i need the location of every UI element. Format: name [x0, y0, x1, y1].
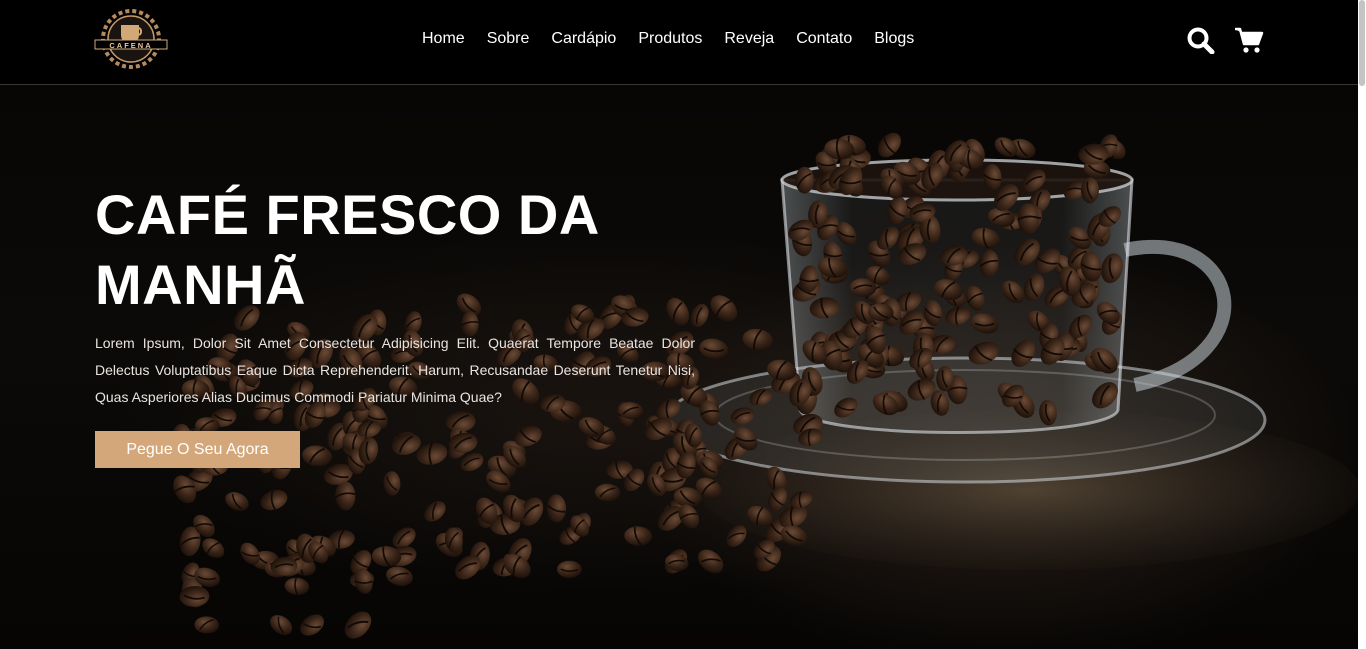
main-nav: Home Sobre Cardápio Produtos Reveja Cont… — [422, 29, 936, 49]
search-icon[interactable] — [1186, 26, 1216, 54]
hero-title: CAFÉ FRESCO DA MANHÃ — [95, 183, 598, 316]
nav-reveja[interactable]: Reveja — [724, 29, 774, 49]
scrollbar[interactable] — [1358, 0, 1366, 649]
nav-contato[interactable]: Contato — [796, 29, 852, 49]
page: CAFENA Home Sobre Cardápio Produtos Reve… — [0, 0, 1366, 649]
hero-description: Lorem Ipsum, Dolor Sit Amet Consectetur … — [95, 335, 695, 405]
scrollbar-thumb[interactable] — [1359, 0, 1365, 86]
nav-blogs[interactable]: Blogs — [874, 29, 914, 49]
nav-cardapio[interactable]: Cardápio — [551, 29, 616, 49]
logo-text: CAFENA — [109, 41, 152, 50]
cafena-logo[interactable]: CAFENA — [93, 8, 169, 70]
site-header: CAFENA Home Sobre Cardápio Produtos Reve… — [0, 0, 1358, 85]
cart-icon[interactable] — [1234, 26, 1264, 54]
get-yours-button[interactable]: Pegue O Seu Agora — [95, 431, 300, 468]
nav-sobre[interactable]: Sobre — [487, 29, 530, 49]
nav-home[interactable]: Home — [422, 29, 465, 49]
nav-produtos[interactable]: Produtos — [638, 29, 702, 49]
